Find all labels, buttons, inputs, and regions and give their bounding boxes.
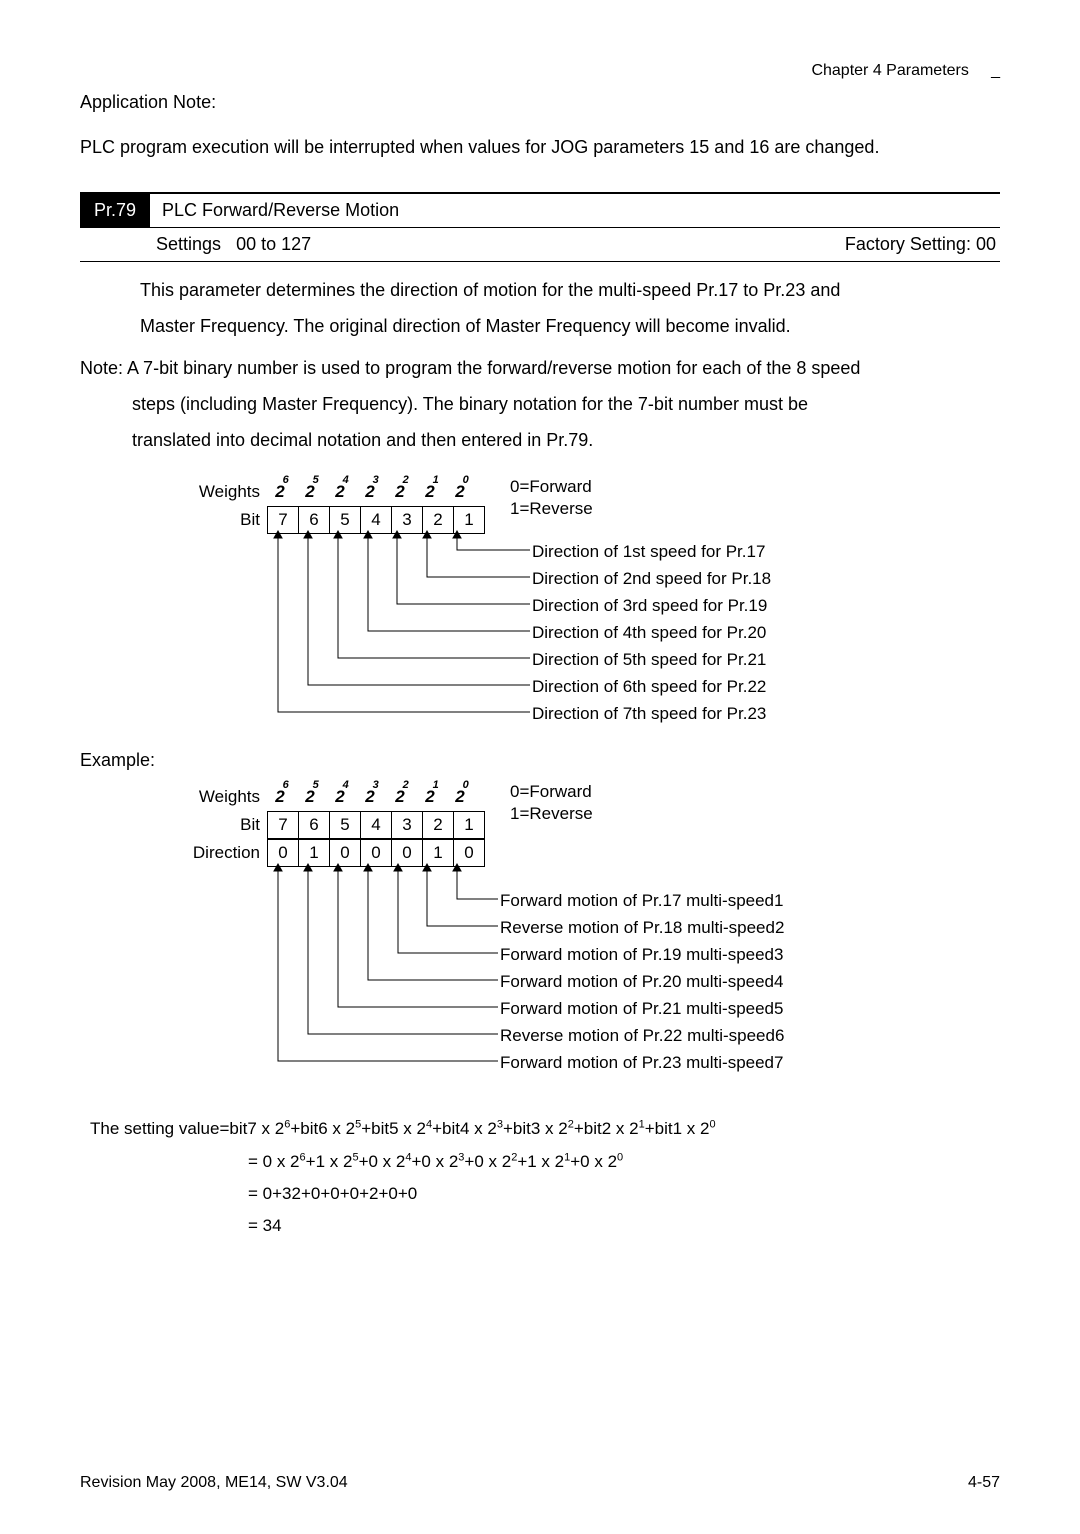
dir-row: Direction 0 1 0 0 0 1 0 [140, 839, 1000, 867]
param-desc-line1: This parameter determines the direction … [140, 272, 1000, 308]
footer-left: Revision May 2008, ME14, SW V3.04 [80, 1472, 348, 1494]
underscore: _ [991, 62, 1000, 79]
weight2-2: 22 [388, 785, 418, 809]
legend2-reverse: 1=Reverse [510, 803, 593, 825]
dir-5: 0 [329, 839, 361, 867]
parameter-title: PLC Forward/Reverse Motion [150, 194, 1000, 227]
weight2-0: 20 [448, 785, 478, 809]
bit-label-2: Bit [140, 813, 268, 837]
calc-line1: The setting value=bit7 x 26+bit6 x 25+bi… [90, 1113, 1000, 1145]
legend-1: 0=Forward 1=Reverse [510, 476, 593, 520]
example-label: Example: [80, 748, 1000, 773]
weight-1: 21 [418, 480, 448, 504]
bit2-2: 2 [422, 811, 454, 839]
desc-1: Direction of 1st speed for Pr.17 [532, 538, 771, 565]
note-block: Note: A 7-bit binary number is used to p… [80, 350, 1000, 458]
bit2-4: 4 [360, 811, 392, 839]
bit-diagram-2: Weights 26 25 24 23 22 21 20 Bit 7 6 5 4… [140, 783, 1000, 1093]
bit-7: 7 [267, 506, 299, 534]
weight2-4: 24 [328, 785, 358, 809]
weight2-6: 26 [268, 785, 298, 809]
calc-line3: = 0+32+0+0+0+2+0+0 [90, 1178, 1000, 1210]
bit-5: 5 [329, 506, 361, 534]
desc2-6: Reverse motion of Pr.22 multi-speed6 [500, 1022, 784, 1049]
application-note-title: Application Note: [80, 90, 1000, 115]
desc2-3: Forward motion of Pr.19 multi-speed3 [500, 941, 784, 968]
dir-label: Direction [140, 841, 268, 865]
desc-3: Direction of 3rd speed for Pr.19 [532, 592, 771, 619]
desc-5: Direction of 5th speed for Pr.21 [532, 646, 771, 673]
desc-list-1: Direction of 1st speed for Pr.17 Directi… [532, 538, 771, 727]
param-settings-left: Settings 00 to 127 [80, 232, 311, 257]
desc-2: Direction of 2nd speed for Pr.18 [532, 565, 771, 592]
bit2-6: 6 [298, 811, 330, 839]
note-line3: translated into decimal notation and the… [80, 422, 1000, 458]
dir-1: 0 [453, 839, 485, 867]
desc-7: Direction of 7th speed for Pr.23 [532, 700, 771, 727]
bit-1: 1 [453, 506, 485, 534]
weights-label-2: Weights [140, 785, 268, 809]
weight-2: 22 [388, 480, 418, 504]
note-prefix: Note: [80, 358, 123, 378]
weights-label: Weights [180, 480, 268, 504]
desc-list-2: Forward motion of Pr.17 multi-speed1 Rev… [500, 887, 784, 1076]
desc2-2: Reverse motion of Pr.18 multi-speed2 [500, 914, 784, 941]
parameter-number: Pr.79 [80, 194, 150, 227]
bit-2: 2 [422, 506, 454, 534]
bit-6: 6 [298, 506, 330, 534]
dir-2: 1 [422, 839, 454, 867]
dir-3: 0 [391, 839, 423, 867]
chapter-label: Chapter 4 Parameters [811, 62, 968, 79]
settings-range: 00 to 127 [236, 234, 311, 254]
parameter-block: Pr.79 PLC Forward/Reverse Motion Setting… [80, 192, 1000, 262]
note-line1: A 7-bit binary number is used to program… [127, 358, 860, 378]
bit2-3: 3 [391, 811, 423, 839]
factory-value: 00 [976, 234, 996, 254]
bit-diagram-1: Weights 26 25 24 23 22 21 20 Bit 7 6 5 4… [180, 478, 1000, 728]
desc2-5: Forward motion of Pr.21 multi-speed5 [500, 995, 784, 1022]
legend-reverse: 1=Reverse [510, 498, 593, 520]
parameter-description: This parameter determines the direction … [80, 272, 1000, 344]
bit-4: 4 [360, 506, 392, 534]
footer: Revision May 2008, ME14, SW V3.04 4-57 [80, 1472, 1000, 1494]
bit2-7: 7 [267, 811, 299, 839]
weight2-3: 23 [358, 785, 388, 809]
parameter-header: Pr.79 PLC Forward/Reverse Motion [80, 192, 1000, 227]
footer-right: 4-57 [968, 1472, 1000, 1494]
desc2-1: Forward motion of Pr.17 multi-speed1 [500, 887, 784, 914]
weight-4: 24 [328, 480, 358, 504]
dir-7: 0 [267, 839, 299, 867]
desc2-7: Forward motion of Pr.23 multi-speed7 [500, 1049, 784, 1076]
weight-3: 23 [358, 480, 388, 504]
calc-line4: = 34 [90, 1210, 1000, 1242]
calculation-block: The setting value=bit7 x 26+bit6 x 25+bi… [90, 1113, 1000, 1242]
legend-forward: 0=Forward [510, 476, 593, 498]
weight-0: 20 [448, 480, 478, 504]
bit2-1: 1 [453, 811, 485, 839]
document-page: Chapter 4 Parameters _ Application Note:… [0, 0, 1080, 1534]
weight-6: 26 [268, 480, 298, 504]
desc-4: Direction of 4th speed for Pr.20 [532, 619, 771, 646]
dir-4: 0 [360, 839, 392, 867]
desc-6: Direction of 6th speed for Pr.22 [532, 673, 771, 700]
calc-line2: = 0 x 26+1 x 25+0 x 24+0 x 23+0 x 22+1 x… [90, 1146, 1000, 1178]
settings-label: Settings [156, 234, 221, 254]
note-line2: steps (including Master Frequency). The … [80, 386, 1000, 422]
chapter-header: Chapter 4 Parameters _ [80, 60, 1000, 82]
desc2-4: Forward motion of Pr.20 multi-speed4 [500, 968, 784, 995]
application-note-text: PLC program execution will be interrupte… [80, 130, 1000, 164]
legend2-forward: 0=Forward [510, 781, 593, 803]
param-settings-right: Factory Setting: 00 [845, 232, 1000, 257]
param-desc-line2: Master Frequency. The original direction… [140, 308, 1000, 344]
bit-3: 3 [391, 506, 423, 534]
dir-6: 1 [298, 839, 330, 867]
legend-2: 0=Forward 1=Reverse [510, 781, 593, 825]
factory-label: Factory Setting: [845, 234, 971, 254]
weight-5: 25 [298, 480, 328, 504]
weight2-5: 25 [298, 785, 328, 809]
parameter-settings-row: Settings 00 to 127 Factory Setting: 00 [80, 227, 1000, 262]
bit2-5: 5 [329, 811, 361, 839]
weight2-1: 21 [418, 785, 448, 809]
bit-label: Bit [180, 508, 268, 532]
